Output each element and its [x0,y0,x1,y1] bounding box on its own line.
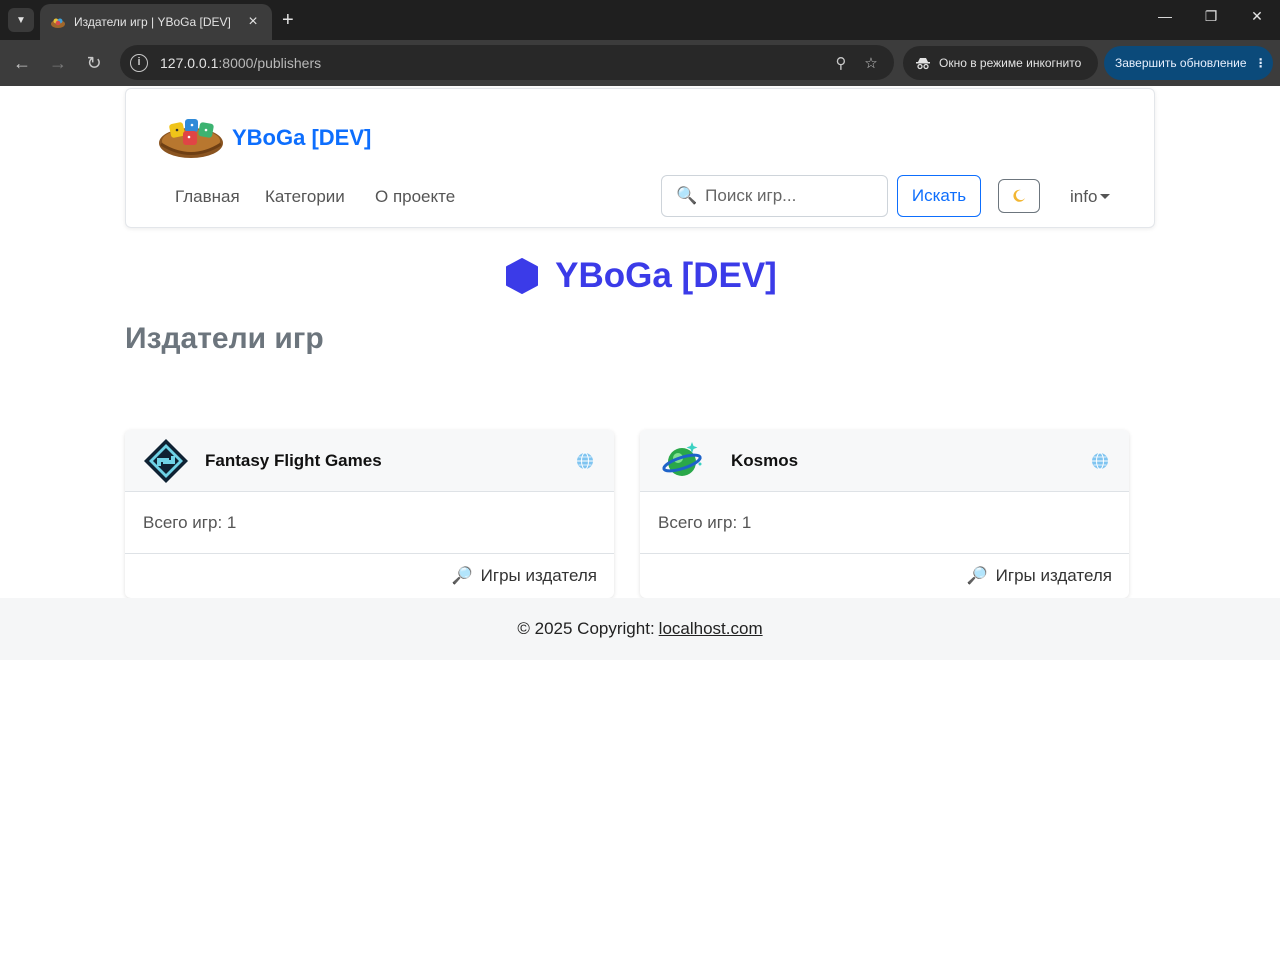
page-title: Издатели игр [125,322,324,355]
footer-link[interactable]: localhost.com [659,619,763,639]
search-button[interactable]: Искать [897,175,981,217]
browser-tab[interactable]: Издатели игр | YBoGa [DEV] × [40,4,272,40]
caret-down-icon [1100,194,1111,199]
globe-icon[interactable] [1091,452,1109,470]
url-host: 127.0.0.1 [160,54,219,71]
hexagon-icon [506,258,539,294]
tab-search-icon[interactable]: ▼ [8,8,34,32]
search-input[interactable]: 🔍 Поиск игр... [661,175,888,217]
back-icon[interactable]: ← [10,52,34,74]
plus-icon[interactable]: + [282,8,294,32]
magnifier-icon: 🔍 [676,186,698,205]
search-placeholder: Поиск игр... [705,186,797,205]
kosmos-logo-icon [662,442,702,476]
copyright-text: © 2025 Copyright: [517,619,655,638]
incognito-icon [916,58,930,70]
brand-link[interactable]: YBoGa [DEV] [232,125,371,151]
moon-icon [1013,189,1025,202]
publisher-card-header: Kosmos [640,430,1129,492]
publisher-name: Kosmos [731,451,799,470]
menu-dots-icon[interactable]: ⋮ [1255,56,1267,70]
minimize-icon[interactable]: — [1153,8,1177,24]
fantasy-flight-logo-icon [144,439,188,483]
browser-tabstrip: ▼ Издатели игр | YBoGa [DEV] × + — ❐ ✕ [0,0,1280,40]
publisher-card: Kosmos Всего игр: 1 🔎 Игры издателя [640,430,1129,598]
info-dropdown-label: info [1070,187,1098,206]
publisher-games-link-label: Игры издателя [480,566,597,585]
star-icon[interactable]: ☆ [856,54,886,72]
theme-toggle-button[interactable] [998,179,1040,213]
publisher-card: Fantasy Flight Games Всего игр: 1 🔎 Игры… [125,430,614,598]
magnifier-icon: 🔎 [966,566,988,585]
update-button[interactable]: Завершить обновление ⋮ [1104,46,1273,80]
reload-icon[interactable]: ↻ [82,52,106,74]
publisher-game-count: Всего игр: 1 [125,492,614,554]
publisher-games-link[interactable]: 🔎 Игры издателя [125,554,614,598]
site-navbar: YBoGa [DEV] Главная Категории О проекте … [125,88,1155,228]
info-dropdown[interactable]: info [1070,187,1111,207]
zoom-icon[interactable]: ⚲ [826,54,856,72]
tab-title: Издатели игр | YBoGa [DEV] [74,15,231,29]
globe-icon[interactable] [576,452,594,470]
forward-icon[interactable]: → [46,52,70,74]
close-icon[interactable]: × [244,13,262,31]
url-path: :8000/publishers [218,54,322,71]
publisher-name: Fantasy Flight Games [205,451,382,470]
address-bar[interactable]: i 127.0.0.1:8000/publishers ⚲ ☆ [120,45,894,80]
publisher-games-link[interactable]: 🔎 Игры издателя [640,554,1129,598]
hero-title: YBoGa [DEV] [555,256,777,295]
magnifier-icon: 🔎 [451,566,473,585]
nav-link-categories[interactable]: Категории [265,187,345,207]
nav-link-about[interactable]: О проекте [375,187,455,207]
info-icon[interactable]: i [130,53,148,72]
favicon-icon [51,18,65,28]
dice-nest-logo-icon[interactable] [158,111,224,161]
update-label: Завершить обновление [1115,56,1247,70]
url-text[interactable]: 127.0.0.1:8000/publishers [160,55,826,71]
publisher-game-count: Всего игр: 1 [640,492,1129,554]
window-close-icon[interactable]: ✕ [1245,8,1269,25]
publisher-card-header: Fantasy Flight Games [125,430,614,492]
page-footer: © 2025 Copyright: localhost.com [0,598,1280,660]
hero-banner: YBoGa [DEV] [0,256,1280,296]
incognito-indicator[interactable]: Окно в режиме инкогнито [903,46,1098,80]
nav-link-home[interactable]: Главная [175,187,240,207]
incognito-label: Окно в режиме инкогнито [939,56,1082,70]
restore-icon[interactable]: ❐ [1199,8,1223,25]
browser-toolbar: ← → ↻ i 127.0.0.1:8000/publishers ⚲ ☆ Ок… [0,40,1280,86]
publisher-games-link-label: Игры издателя [995,566,1112,585]
